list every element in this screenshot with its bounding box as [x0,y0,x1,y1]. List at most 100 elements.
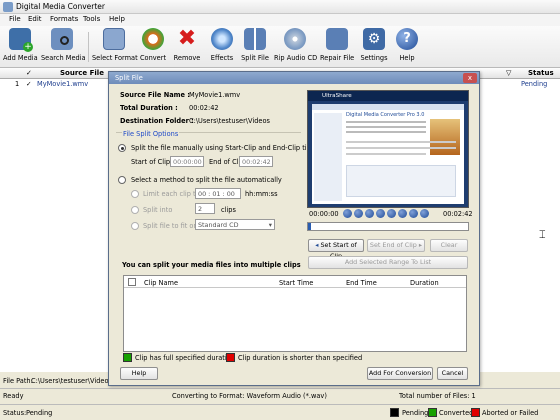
source-file-column-header[interactable]: Source File [60,69,104,77]
title-bar: Digital Media Converter [0,0,560,14]
start-time-column-header[interactable]: Start Time [279,279,313,287]
rip-audio-cd-button[interactable]: Rip Audio CD [274,28,317,66]
status-bar: Status: Pending Pending Converted Aborte… [0,404,560,420]
select-format-icon [103,28,125,50]
auto-split-radio[interactable] [118,176,126,184]
split-file-dialog: Split File x Source File Name : MyMovie1… [108,71,480,386]
rewind-button[interactable] [365,209,374,218]
step-forward-button[interactable] [420,209,429,218]
destination-folder-label: Destination Folder : [120,117,194,125]
file-path-value: C:\Users\testuser\Videos\M [31,377,120,385]
select-all-checkbox[interactable]: ✓ [26,69,32,77]
status-column-header[interactable]: Status [528,69,554,77]
converted-color-swatch [428,408,437,417]
chevron-down-icon: ▾ [268,221,272,229]
manual-split-label: Split the file manually using Start-Clip… [131,144,323,152]
menu-bar: File Edit Formats Tools Help [0,14,560,26]
settings-icon: ⚙ [363,28,385,50]
product-box-image [430,119,460,155]
search-media-icon [51,28,73,50]
source-file-label: Source File Name : [120,91,190,99]
menu-file[interactable]: File [9,15,21,23]
fit-on-select[interactable]: Standard CD ▾ [195,219,275,230]
row-checkbox[interactable]: ✓ [26,80,32,88]
playback-controls [343,209,435,218]
menu-tools[interactable]: Tools [83,15,100,23]
stop-button[interactable] [398,209,407,218]
failed-color-swatch [471,408,480,417]
duration-column-header[interactable]: Duration [410,279,439,287]
end-time-column-header[interactable]: End Time [346,279,377,287]
clear-button[interactable]: Clear [430,239,468,252]
ready-text: Ready [3,392,24,400]
legend-converted: Converted [439,409,474,417]
help-button[interactable]: ? Help [394,28,420,66]
total-duration-label: Total Duration : [120,104,178,112]
clips-unit: clips [221,206,236,214]
fit-on-radio[interactable] [131,222,139,230]
add-for-conversion-button[interactable]: Add For Conversion [367,367,433,380]
total-duration-value: 00:02:42 [189,104,219,112]
legend-pending: Pending [402,409,429,417]
step-back-button[interactable] [354,209,363,218]
seek-bar[interactable] [307,222,469,231]
start-clip-input[interactable]: 00:00:00 [170,156,204,167]
clip-table-header: Clip Name Start Time End Time Duration [124,276,466,288]
search-media-button[interactable]: Search Media [41,28,86,66]
add-selected-range-button[interactable]: Add Selected Range To List [308,256,468,269]
short-duration-legend: Clip duration is shorter than specified [238,354,363,362]
pause-button[interactable] [376,209,385,218]
app-icon [3,2,13,12]
limit-clip-input[interactable]: 00 : 01 : 00 [195,188,241,199]
split-file-button[interactable]: Split File [240,28,270,66]
source-file-value: MyMovie1.wmv [189,91,241,99]
clip-select-all-checkbox[interactable] [128,278,136,286]
cancel-button[interactable]: Cancel [437,367,468,380]
settings-button[interactable]: ⚙ Settings [359,28,389,66]
select-format-button[interactable]: Select Format [92,28,138,66]
conversion-info-bar: Ready Converting to Format: Waveform Aud… [0,388,560,402]
row-status: Pending [521,80,548,88]
limit-clip-radio[interactable] [131,190,139,198]
remove-button[interactable]: ✖ Remove [172,28,202,66]
rip-audio-cd-icon [284,28,306,50]
split-into-input[interactable]: 2 [195,203,215,214]
rewind-start-button[interactable] [343,209,352,218]
remove-icon: ✖ [177,26,197,51]
end-time: 00:02:42 [443,210,473,218]
clip-name-column-header[interactable]: Clip Name [144,279,178,287]
play-button[interactable] [387,209,396,218]
effects-button[interactable]: Effects [207,28,237,66]
filter-icon[interactable]: ▽ [506,69,511,77]
row-number: 1 [15,80,20,88]
short-duration-color-swatch [226,353,235,362]
dialog-title-bar: Split File x [109,72,479,84]
seek-handle[interactable] [308,223,311,230]
status-value: Pending [26,409,53,417]
destination-folder-value: C:\Users\testuser\Videos [189,117,270,125]
mouse-cursor: ⌶ [539,228,546,241]
menu-formats[interactable]: Formats [50,15,78,23]
dialog-close-button[interactable]: x [463,73,477,83]
video-site-name: UltraShare [322,93,352,99]
manual-split-radio[interactable] [118,144,126,152]
dialog-help-button[interactable]: Help [120,367,158,380]
forward-button[interactable] [409,209,418,218]
end-clip-input[interactable]: 00:02:42 [239,156,273,167]
split-into-radio[interactable] [131,206,139,214]
clip-list-table: Clip Name Start Time End Time Duration [123,275,467,352]
video-page-title: Digital Media Converter Pro 3.0 [346,112,425,118]
menu-edit[interactable]: Edit [28,15,42,23]
add-media-icon: + [9,28,33,52]
set-start-clip-button[interactable]: ◂ Set Start of Clip [308,239,364,260]
convert-button[interactable]: Convert [138,28,168,66]
total-files-text: Total number of Files: 1 [399,392,476,400]
full-duration-legend: Clip has full specified duration [135,354,235,362]
current-time: 00:00:00 [309,210,339,218]
menu-help[interactable]: Help [109,15,125,23]
add-media-button[interactable]: + Add Media [3,28,38,66]
effects-icon [211,28,233,50]
repair-file-button[interactable]: Repair File [320,28,354,66]
limit-clip-unit: hh:mm:ss [245,190,278,198]
set-end-clip-button[interactable]: Set End of Clip ▸ [367,239,425,252]
